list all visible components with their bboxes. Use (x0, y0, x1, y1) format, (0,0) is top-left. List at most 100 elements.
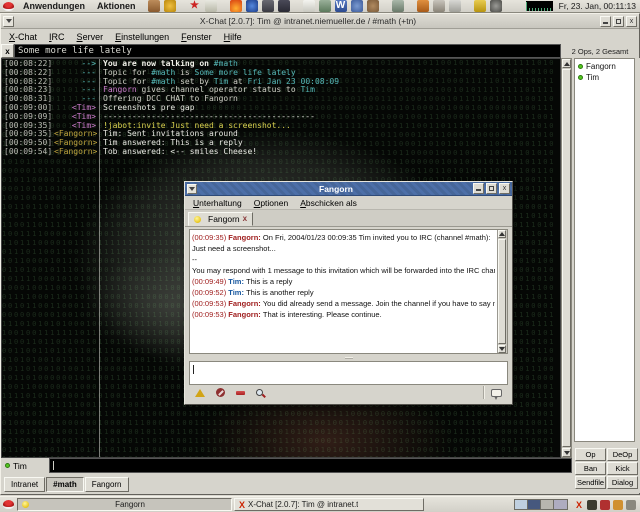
user-status-icon[interactable] (613, 500, 623, 510)
logout-door-icon[interactable] (148, 0, 160, 12)
info-icon[interactable] (256, 389, 263, 396)
menu-gaim-optionen[interactable]: Optionen (250, 198, 297, 208)
redhat-menu-icon[interactable] (3, 2, 14, 11)
messenger-icon[interactable] (351, 0, 363, 12)
applet-icon[interactable] (587, 500, 597, 510)
user-list-item[interactable]: Fangorn (575, 61, 634, 72)
face-icon[interactable] (367, 0, 379, 12)
mail-icon[interactable] (205, 0, 217, 12)
redhat-menu-icon[interactable] (3, 500, 14, 509)
menu-gaim-unterhaltung[interactable]: Unterhaltung (189, 198, 250, 208)
screenshot-icon[interactable] (278, 0, 290, 12)
op-button[interactable]: Op (575, 448, 606, 461)
close-button[interactable]: x (499, 183, 510, 194)
menu-xchat-fenster[interactable]: Fenster (177, 32, 220, 42)
stop-icon[interactable] (600, 500, 610, 510)
lightbulb-icon (194, 216, 201, 223)
scroll-thumb[interactable] (562, 69, 571, 447)
scroll-up-icon[interactable] (562, 59, 571, 68)
menu-xchat-irc[interactable]: IRC (45, 32, 73, 42)
keys-icon[interactable] (474, 0, 486, 12)
menu-anwendungen[interactable]: Anwendungen (17, 1, 91, 11)
timestamp: (00:09:35) (192, 233, 228, 242)
scroll-thumb[interactable] (498, 239, 506, 344)
menu-xchat-hilfe[interactable]: Hilfe (220, 32, 250, 42)
gimp-icon[interactable] (433, 0, 445, 12)
workspace-2[interactable] (528, 500, 541, 509)
user-list[interactable]: FangornTim (574, 58, 635, 442)
computer-icon[interactable] (319, 0, 331, 12)
tab-intranet[interactable]: Intranet (4, 477, 45, 492)
nick: Fangorn: (228, 310, 263, 319)
im-scrollbar[interactable] (497, 230, 507, 353)
workspace-1[interactable] (515, 500, 528, 509)
ban-button[interactable]: Ban (575, 462, 606, 475)
conversation-tab[interactable]: Fangorn x (188, 212, 253, 226)
topic-close-button[interactable]: x (1, 44, 14, 58)
message-input[interactable] (49, 458, 572, 473)
flame-icon[interactable] (230, 0, 242, 12)
sendfile-button[interactable]: Sendfile (575, 476, 606, 489)
tab-fangorn[interactable]: Fangorn (85, 477, 129, 492)
workspace-switcher[interactable] (514, 499, 568, 510)
writer-icon[interactable]: W (335, 0, 347, 12)
notification-area: X (574, 500, 636, 510)
dialog-button[interactable]: Dialog (607, 476, 638, 489)
topic-input[interactable]: Some more life lately (14, 44, 561, 58)
xchat-tray-icon[interactable]: X (574, 500, 584, 510)
clock-applet[interactable]: Fr, 23. Jan, 00:11:13 (559, 1, 640, 11)
star-icon[interactable]: ★ (189, 0, 201, 12)
im-message: Just need a screenshot... (192, 243, 495, 254)
scroll-down-icon[interactable] (562, 448, 571, 457)
gnome-foot-icon[interactable] (303, 0, 315, 12)
gaim-window-title: Fangorn (199, 184, 473, 194)
deop-button[interactable]: DeOp (607, 448, 638, 461)
tab-#math[interactable]: #math (46, 477, 84, 492)
workspace-4[interactable] (554, 500, 567, 509)
text-caret (53, 461, 54, 470)
pane-splitter[interactable] (189, 356, 508, 360)
minimize-button[interactable] (473, 183, 484, 194)
message-text: You are now talking on #math (99, 60, 560, 69)
user-list-item[interactable]: Tim (575, 72, 634, 83)
scroll-down-icon[interactable] (498, 345, 506, 353)
menu-gaim-abschicken-als[interactable]: Abschicken als (296, 198, 365, 208)
close-button[interactable]: x (626, 16, 637, 27)
im-message: -- (192, 254, 495, 265)
block-icon[interactable] (216, 388, 225, 397)
tab-close-icon[interactable]: x (243, 215, 247, 223)
volume-icon[interactable] (626, 500, 636, 510)
pda-icon[interactable] (392, 0, 404, 12)
message-text: Tim answered: This is a reply (99, 139, 560, 148)
task-button-fangorn[interactable]: Fangorn (17, 498, 232, 511)
remove-icon[interactable] (236, 391, 245, 395)
minimize-button[interactable] (600, 16, 611, 27)
maximize-button[interactable] (613, 16, 624, 27)
menu-xchat-x-chat[interactable]: X-Chat (5, 32, 45, 42)
workspace-3[interactable] (541, 500, 554, 509)
task-button-x-chat[interactable]: XX-Chat [2.0.7]: Tim @ intranet.t (234, 498, 424, 511)
scroll-up-icon[interactable] (498, 230, 506, 238)
menu-xchat-einstellungen[interactable]: Einstellungen (111, 32, 177, 42)
xchat-titlebar[interactable]: X-Chat [2.0.7]: Tim @ intranet.niemuelle… (1, 14, 639, 29)
im-input[interactable] (189, 361, 508, 385)
clock-app-icon[interactable] (490, 0, 502, 12)
kick-button[interactable]: Kick (607, 462, 638, 475)
terminal-icon[interactable] (262, 0, 274, 12)
online-dot-icon (578, 75, 583, 80)
chat-bubble-icon[interactable] (491, 389, 502, 397)
lock-screen-icon[interactable] (164, 0, 176, 12)
menu-aktionen[interactable]: Aktionen (91, 1, 142, 11)
menu-xchat-server[interactable]: Server (73, 32, 112, 42)
chat-scrollbar[interactable] (561, 58, 572, 458)
browser-icon[interactable] (246, 0, 258, 12)
warn-icon[interactable] (195, 389, 205, 397)
window-menu-icon[interactable] (3, 16, 14, 27)
system-monitor-applet[interactable] (526, 1, 553, 11)
wrench-icon[interactable] (449, 0, 461, 12)
window-menu-icon[interactable] (187, 184, 197, 194)
gaim-titlebar[interactable]: Fangorn x (185, 182, 512, 196)
package-icon[interactable] (417, 0, 429, 12)
user-count: 2 Ops, 2 Gesamt (561, 44, 639, 58)
maximize-button[interactable] (486, 183, 497, 194)
